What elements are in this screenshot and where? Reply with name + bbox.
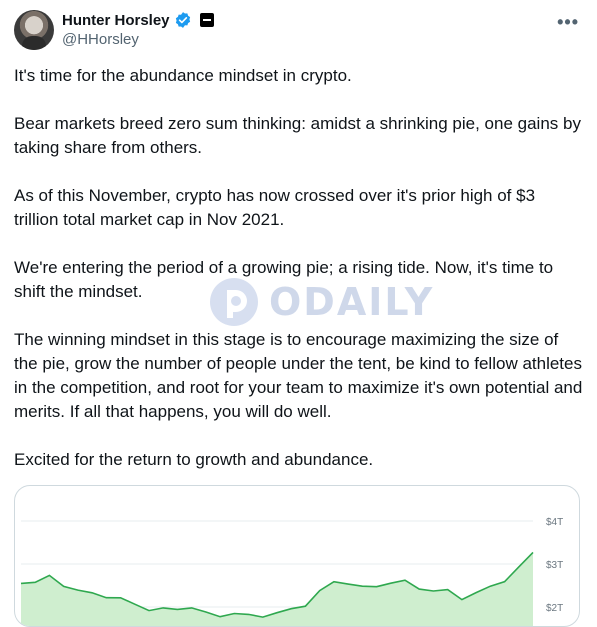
tweet-paragraph: The winning mindset in this stage is to … bbox=[14, 330, 583, 421]
watermark: ODAILY bbox=[209, 275, 434, 329]
tweet-paragraph: Bear markets breed zero sum thinking: am… bbox=[14, 114, 581, 157]
tweet-header: Hunter Horsley @HHorsley ••• bbox=[14, 10, 583, 50]
author-name-row: Hunter Horsley bbox=[62, 10, 214, 30]
market-cap-chart: $4T$3T$2T bbox=[20, 517, 563, 626]
y-tick-label: $3T bbox=[546, 560, 563, 571]
avatar[interactable] bbox=[14, 10, 54, 50]
chart-card[interactable]: $4T $3T $2T bbox=[14, 485, 580, 627]
tweet-paragraph: As of this November, crypto has now cros… bbox=[14, 186, 536, 229]
watermark-text: ODAILY bbox=[269, 280, 435, 324]
author-handle[interactable]: @HHorsley bbox=[62, 31, 139, 48]
chart-area bbox=[20, 551, 534, 626]
chart-y-axis: $4T$3T$2T bbox=[546, 517, 563, 614]
verified-badge-icon bbox=[175, 12, 190, 28]
y-tick-label: $4T bbox=[546, 517, 563, 528]
chart-area-fill bbox=[21, 552, 533, 626]
tweet-paragraph: It's time for the abundance mindset in c… bbox=[14, 66, 352, 85]
odaily-logo-icon bbox=[210, 278, 258, 326]
tweet-paragraph: Excited for the return to growth and abu… bbox=[14, 450, 374, 469]
more-options-icon[interactable]: ••• bbox=[557, 12, 579, 33]
affiliation-badge-icon[interactable] bbox=[199, 13, 214, 27]
display-name[interactable]: Hunter Horsley bbox=[62, 12, 170, 29]
